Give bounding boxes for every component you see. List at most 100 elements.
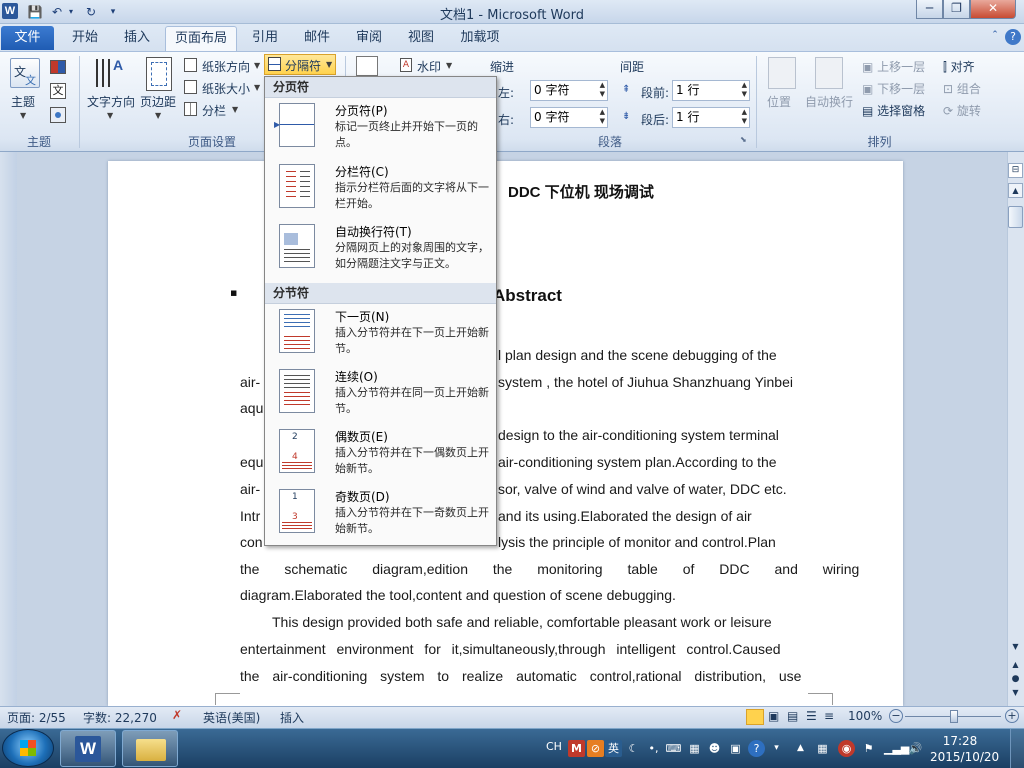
- taskbar-word[interactable]: W: [60, 730, 116, 767]
- indent-right-input[interactable]: 0 字符 ▲ ▼: [530, 107, 608, 128]
- zoom-out-icon[interactable]: −: [889, 709, 903, 723]
- menu-item-column-break[interactable]: 分栏符(C) 指示分栏符后面的文字将从下一栏开始。: [265, 160, 496, 220]
- print-layout-icon[interactable]: [746, 709, 764, 725]
- tab-page-layout[interactable]: 页面布局: [165, 26, 237, 51]
- start-button[interactable]: [2, 729, 54, 767]
- indent-left-input[interactable]: 0 字符 ▲ ▼: [530, 80, 608, 101]
- paragraph-launcher-icon[interactable]: ⬊: [740, 135, 750, 145]
- bring-forward-button[interactable]: ▣ 上移一层: [862, 58, 925, 75]
- menu-item-page-break[interactable]: ▶ 分页符(P) 标记一页终止并开始下一页的点。: [265, 99, 496, 159]
- tab-file[interactable]: 文件: [1, 26, 54, 50]
- tab-review[interactable]: 审阅: [344, 26, 394, 51]
- text-direction-icon[interactable]: A: [94, 57, 128, 91]
- menu-item-text-wrapping-break[interactable]: 自动换行符(T) 分隔网页上的对象周围的文字，如分隔题注文字与正文。: [265, 220, 496, 280]
- signal-icon[interactable]: ▁▃▅: [884, 740, 909, 757]
- vertical-scrollbar[interactable]: [1007, 152, 1024, 706]
- previous-page-icon[interactable]: ▲: [1008, 660, 1023, 673]
- theme-fonts-icon[interactable]: 文: [50, 83, 66, 99]
- ruler-toggle-icon[interactable]: ⊟: [1008, 163, 1023, 178]
- tray-language[interactable]: CH: [546, 740, 562, 753]
- minimize-button[interactable]: ─: [916, 0, 943, 19]
- scroll-down-icon[interactable]: ▼: [1008, 640, 1023, 655]
- theme-effects-icon[interactable]: [50, 107, 66, 123]
- spacing-before-input[interactable]: 1 行 ▲ ▼: [672, 80, 750, 101]
- columns-dropdown-icon[interactable]: ▼: [232, 105, 238, 114]
- orientation-dropdown-icon[interactable]: ▼: [254, 61, 260, 70]
- orientation-icon[interactable]: [184, 58, 197, 72]
- security-icon[interactable]: ◉: [838, 740, 855, 757]
- next-page-icon[interactable]: ▼: [1008, 688, 1023, 701]
- margins-dropdown-icon[interactable]: ▼: [155, 111, 161, 120]
- menu-item-next-page[interactable]: 下一页(N) 插入分节符并在下一页上开始新节。: [265, 305, 496, 365]
- text-direction-dropdown-icon[interactable]: ▼: [107, 111, 113, 120]
- ime-menu-icon[interactable]: ▾: [768, 740, 785, 757]
- ime-skin-icon[interactable]: ☻: [706, 740, 723, 757]
- outline-view-icon[interactable]: ☰: [806, 709, 817, 723]
- flag-icon[interactable]: ⚑: [860, 740, 877, 757]
- show-hidden-icons[interactable]: ▲: [792, 740, 809, 757]
- paper-size-button[interactable]: 纸张大小: [202, 80, 250, 97]
- tab-insert[interactable]: 插入: [112, 26, 162, 51]
- web-layout-icon[interactable]: ▤: [787, 709, 798, 723]
- watermark-button[interactable]: 水印: [417, 58, 441, 75]
- tab-mailings[interactable]: 邮件: [292, 26, 342, 51]
- restore-button[interactable]: ❐: [943, 0, 970, 19]
- show-desktop-button[interactable]: [1010, 729, 1024, 768]
- close-button[interactable]: ✕: [970, 0, 1016, 19]
- volume-icon[interactable]: 🔊: [907, 740, 924, 757]
- network-adapter-icon[interactable]: ▦: [814, 740, 831, 757]
- status-insert-mode[interactable]: 插入: [280, 709, 304, 726]
- menu-item-odd-page[interactable]: 13 奇数页(D) 插入分节符并在下一奇数页上开始新节。: [265, 485, 496, 545]
- scroll-up-icon[interactable]: ▲: [1008, 183, 1023, 198]
- tab-view[interactable]: 视图: [396, 26, 446, 51]
- paper-size-icon[interactable]: [184, 80, 197, 94]
- tab-home[interactable]: 开始: [60, 26, 110, 51]
- taskbar-clock[interactable]: 17:28 2015/10/20: [930, 733, 999, 765]
- ime-tool-icon[interactable]: ▦: [686, 740, 703, 757]
- menu-item-even-page[interactable]: 24 偶数页(E) 插入分节符并在下一偶数页上开始新节。: [265, 425, 496, 485]
- rotate-button[interactable]: ⟳ 旋转: [943, 102, 981, 119]
- ime-m-icon[interactable]: M: [568, 740, 585, 757]
- status-language[interactable]: 英语(美国): [203, 709, 260, 726]
- watermark-icon[interactable]: A: [400, 58, 412, 72]
- ime-settings-icon[interactable]: ▣: [727, 740, 744, 757]
- ime-keyboard-icon[interactable]: ⌨: [665, 740, 682, 757]
- margins-icon[interactable]: [146, 57, 172, 91]
- scroll-thumb[interactable]: [1008, 206, 1023, 228]
- browse-object-icon[interactable]: ●: [1008, 674, 1023, 687]
- ime-moon-icon[interactable]: ☾: [625, 740, 642, 757]
- spacing-after-input[interactable]: 1 行 ▲ ▼: [672, 107, 750, 128]
- theme-colors-icon[interactable]: [50, 60, 66, 74]
- position-icon[interactable]: [768, 57, 796, 89]
- tab-references[interactable]: 引用: [240, 26, 290, 51]
- ime-no-icon[interactable]: ⊘: [587, 740, 604, 757]
- send-backward-button[interactable]: ▣ 下移一层: [862, 80, 925, 97]
- minimize-ribbon-icon[interactable]: ⌃: [988, 30, 1002, 44]
- proofing-icon[interactable]: ✗: [172, 708, 182, 722]
- wrap-text-button[interactable]: 自动换行: [805, 93, 853, 110]
- zoom-level[interactable]: 100%: [848, 709, 882, 723]
- margins-button[interactable]: 页边距: [140, 93, 176, 110]
- status-word-count[interactable]: 字数: 22,270: [83, 709, 157, 726]
- paper-size-dropdown-icon[interactable]: ▼: [254, 83, 260, 92]
- zoom-in-icon[interactable]: +: [1005, 709, 1019, 723]
- ime-mode-icon[interactable]: 英: [605, 740, 622, 757]
- themes-icon[interactable]: 文 文: [10, 58, 40, 88]
- zoom-slider-thumb[interactable]: [950, 710, 958, 723]
- position-button[interactable]: 位置: [767, 93, 791, 110]
- watermark-dropdown-icon[interactable]: ▼: [446, 61, 452, 70]
- align-button[interactable]: ⫿ 对齐: [943, 58, 975, 75]
- themes-button[interactable]: 主题: [11, 93, 35, 110]
- columns-button[interactable]: 分栏: [202, 102, 226, 119]
- help-icon[interactable]: ?: [1005, 29, 1021, 45]
- status-page[interactable]: 页面: 2/55: [7, 709, 66, 726]
- ime-help-icon[interactable]: ?: [748, 740, 765, 757]
- ime-punct-icon[interactable]: •,: [645, 740, 662, 757]
- draft-view-icon[interactable]: ≡: [824, 709, 834, 723]
- menu-item-continuous[interactable]: 连续(O) 插入分节符并在同一页上开始新节。: [265, 365, 496, 425]
- orientation-button[interactable]: 纸张方向: [202, 58, 250, 75]
- tab-addins[interactable]: 加载项: [452, 26, 508, 51]
- group-objects-button[interactable]: ⊡ 组合: [943, 80, 981, 97]
- selection-pane-button[interactable]: ▤ 选择窗格: [862, 102, 925, 119]
- page-color-icon[interactable]: [356, 56, 378, 76]
